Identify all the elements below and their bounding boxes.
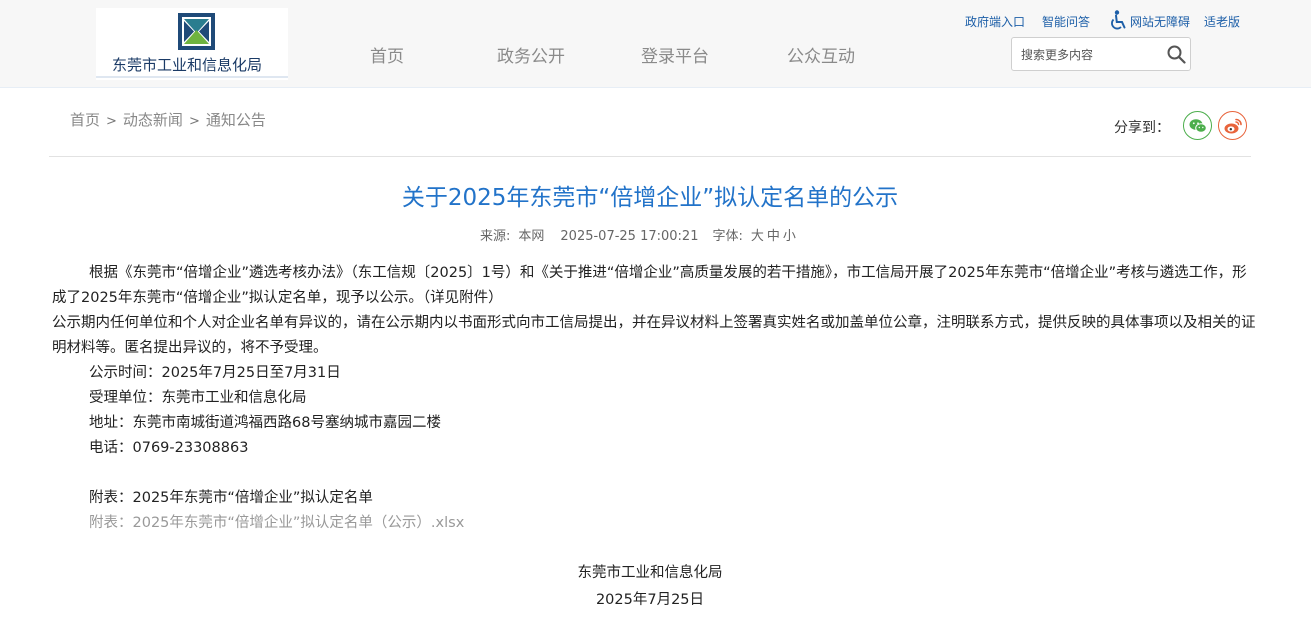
site-header: 东莞市工业和信息化局 首页 政务公开 登录平台 公众互动 政府端入口 智能问答 … <box>0 0 1311 88</box>
accessibility-icon[interactable] <box>1110 10 1128 30</box>
logo-underline <box>96 76 288 78</box>
font-size-medium-button[interactable]: 中 <box>767 229 780 244</box>
accessibility-link[interactable]: 网站无障碍 <box>1130 13 1190 30</box>
article-meta: 来源: 本网 2025-07-25 17:00:21 字体: 大中小 <box>480 225 799 244</box>
publicity-period: 公示时间：2025年7月25日至7月31日 <box>89 365 341 381</box>
content-divider <box>49 156 1251 157</box>
gov-portal-link[interactable]: 政府端入口 <box>965 13 1025 30</box>
logo-emblem-icon <box>178 13 215 50</box>
elderly-mode-link[interactable]: 适老版 <box>1204 13 1240 30</box>
nav-item-login-platform[interactable]: 登录平台 <box>641 42 709 67</box>
breadcrumb-separator: > <box>106 114 117 129</box>
logo-text: 东莞市工业和信息化局 <box>112 56 263 74</box>
publish-datetime: 2025-07-25 17:00:21 <box>560 229 699 244</box>
receiving-unit: 受理单位：东莞市工业和信息化局 <box>89 390 307 406</box>
breadcrumb-separator: > <box>188 114 200 129</box>
wechat-icon <box>1189 119 1207 133</box>
share-label: 分享到： <box>1114 120 1170 136</box>
address: 地址：东莞市南城街道鸿福西路68号塞纳城市嘉园二楼 <box>89 415 441 431</box>
weibo-icon <box>1224 118 1242 134</box>
attachment-label: 附表：2025年东莞市“倍增企业”拟认定名单 <box>89 490 373 506</box>
article-signoff: 东莞市工业和信息化局 2025年7月25日 <box>0 560 1300 614</box>
breadcrumb-home[interactable]: 首页 <box>70 111 100 129</box>
signoff-org: 东莞市工业和信息化局 <box>577 565 723 581</box>
share-wechat-button[interactable] <box>1183 111 1212 140</box>
nav-item-public-interaction[interactable]: 公众互动 <box>787 42 855 67</box>
breadcrumb-notices[interactable]: 通知公告 <box>206 111 266 129</box>
breadcrumb: 首页 > 动态新闻 > 通知公告 <box>70 109 266 130</box>
phone: 电话：0769-23308863 <box>89 440 249 456</box>
signoff-date: 2025年7月25日 <box>595 592 705 608</box>
nav-item-gov-affairs[interactable]: 政务公开 <box>497 42 565 67</box>
source-value: 本网 <box>518 229 545 244</box>
nav-item-home[interactable]: 首页 <box>370 42 404 67</box>
search-icon[interactable] <box>1167 45 1186 64</box>
breadcrumb-news[interactable]: 动态新闻 <box>123 111 183 129</box>
article-title: 关于2025年东莞市“倍增企业”拟认定名单的公示 <box>401 185 899 211</box>
smart-qa-link[interactable]: 智能问答 <box>1042 13 1090 30</box>
source-label: 来源: <box>480 229 511 244</box>
attachment-download-link[interactable]: 附表：2025年东莞市“倍增企业”拟认定名单（公示）.xlsx <box>89 515 464 531</box>
search-box <box>1011 37 1191 71</box>
site-logo[interactable]: 东莞市工业和信息化局 <box>96 8 288 80</box>
share-weibo-button[interactable] <box>1218 111 1247 140</box>
paragraph-objection: 公示期内任何单位和个人对企业名单有异议的，请在公示期内以书面形式向市工信局提出，… <box>52 315 1256 356</box>
font-size-small-button[interactable]: 小 <box>783 229 796 244</box>
article-body: 根据《东莞市“倍增企业”遴选考核办法》（东工信规〔2025〕1号）和《关于推进“… <box>52 261 1257 536</box>
font-size-label: 字体: <box>712 229 743 244</box>
search-input[interactable] <box>1021 45 1161 65</box>
paragraph-basis: 根据《东莞市“倍增企业”遴选考核办法》（东工信规〔2025〕1号）和《关于推进“… <box>52 265 1247 306</box>
font-size-large-button[interactable]: 大 <box>751 229 764 244</box>
